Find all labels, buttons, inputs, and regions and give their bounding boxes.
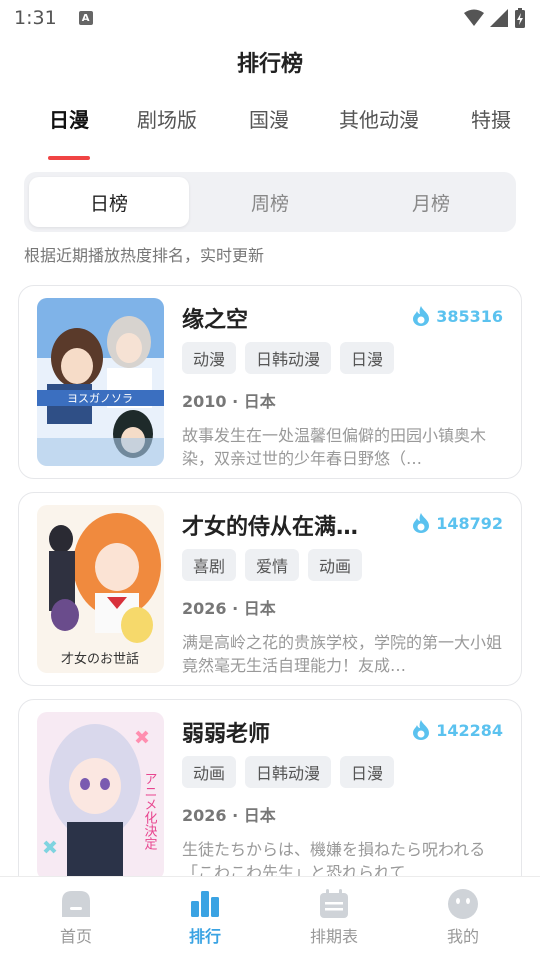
ranking-card[interactable]: アニメ化決定 弱弱老师 142284 动画 日韩动漫 日漫 2026 · 日本 … — [18, 699, 522, 893]
signal-icon — [490, 9, 508, 27]
segment-daily[interactable]: 日榜 — [29, 177, 189, 227]
item-title: 缘之空 — [182, 308, 249, 333]
battery-icon — [515, 8, 525, 28]
item-meta: 2026 · 日本 — [182, 806, 276, 825]
tag-list: 喜剧 爱情 动画 — [182, 549, 363, 581]
tag[interactable]: 日韩动漫 — [245, 756, 332, 788]
ranking-hint: 根据近期播放热度排名，实时更新 — [24, 246, 265, 265]
tab-category-other-anime[interactable]: 其他动漫 — [339, 104, 419, 133]
item-title: 弱弱老师 — [182, 722, 271, 747]
tag[interactable]: 动漫 — [182, 342, 237, 374]
poster-image: ヨスガノソラ — [37, 298, 164, 466]
nav-ranking[interactable]: 排行 — [165, 889, 245, 947]
tag[interactable]: 爱情 — [245, 549, 300, 581]
tag[interactable]: 日漫 — [340, 342, 395, 374]
segment-weekly[interactable]: 周榜 — [190, 177, 350, 227]
profile-icon — [448, 889, 478, 919]
ranking-icon — [191, 891, 219, 917]
tag[interactable]: 日韩动漫 — [245, 342, 332, 374]
nav-profile[interactable]: 我的 — [423, 889, 503, 947]
tag[interactable]: 动画 — [308, 549, 363, 581]
tab-category-theatrical[interactable]: 剧场版 — [137, 104, 197, 133]
notification-icon: A — [78, 11, 93, 25]
poster-title-text: 才女のお世話 — [61, 651, 139, 667]
status-bar: 1:31 A — [0, 0, 540, 36]
tag[interactable]: 喜剧 — [182, 549, 237, 581]
fire-icon — [413, 720, 430, 740]
heat-score: 142284 — [412, 720, 503, 740]
tag-list: 动漫 日韩动漫 日漫 — [182, 342, 395, 374]
active-tab-indicator — [48, 156, 90, 160]
item-description: 满是高岭之花的贵族学校，学院的第一大小姐竟然毫无生活自理能力！友成… — [182, 633, 502, 675]
item-title: 才女的侍从在满… — [182, 515, 359, 540]
tab-category-tokusatsu[interactable]: 特摄 — [471, 104, 511, 133]
status-icons — [464, 8, 526, 28]
poster-image: 才女のお世話 — [37, 505, 164, 673]
ranking-card[interactable]: 才女のお世話 才女的侍从在满… 148792 喜剧 爱情 动画 2026 · 日… — [18, 492, 522, 686]
ranking-card[interactable]: ヨスガノソラ 缘之空 385316 动漫 日韩动漫 日漫 2010 · 日本 故… — [18, 285, 522, 479]
calendar-icon — [320, 889, 348, 918]
heat-score: 148792 — [412, 513, 503, 533]
wifi-icon — [464, 9, 484, 26]
tag[interactable]: 动画 — [182, 756, 237, 788]
nav-schedule-label: 排期表 — [309, 927, 358, 946]
fire-icon — [413, 306, 430, 326]
heat-value: 385316 — [436, 306, 503, 326]
page-title: 排行榜 — [236, 52, 303, 77]
nav-home[interactable]: 首页 — [36, 889, 116, 947]
tag-list: 动画 日韩动漫 日漫 — [182, 756, 395, 788]
segment-monthly[interactable]: 月榜 — [351, 177, 511, 227]
nav-schedule[interactable]: 排期表 — [294, 889, 374, 947]
item-meta: 2026 · 日本 — [182, 599, 276, 618]
heat-value: 142284 — [436, 720, 503, 740]
poster-title-text: ヨスガノソラ — [67, 392, 133, 405]
tag[interactable]: 日漫 — [340, 756, 395, 788]
nav-home-label: 首页 — [59, 927, 92, 946]
tab-category-japanese-anime[interactable]: 日漫 — [49, 104, 89, 133]
ranking-period-switch: 日榜 周榜 月榜 — [24, 172, 516, 232]
tab-category-chinese-anime[interactable]: 国漫 — [249, 104, 289, 133]
poster-title-text: アニメ化決定 — [142, 772, 158, 851]
bottom-navigation: 首页 排行 排期表 我的 — [0, 876, 540, 960]
nav-profile-label: 我的 — [446, 927, 479, 946]
heat-value: 148792 — [436, 513, 503, 533]
category-tabs: 日漫 剧场版 国漫 其他动漫 特摄 — [0, 104, 540, 164]
item-meta: 2010 · 日本 — [182, 392, 276, 411]
item-description: 故事发生在一处温馨但偏僻的田园小镇奥木染，双亲过世的少年春日野悠（… — [182, 426, 487, 468]
nav-ranking-label: 排行 — [188, 927, 221, 946]
fire-icon — [413, 513, 430, 533]
poster-image: アニメ化決定 — [37, 712, 164, 880]
status-time: 1:31 — [14, 7, 57, 29]
heat-score: 385316 — [412, 306, 503, 326]
home-icon — [62, 891, 90, 917]
